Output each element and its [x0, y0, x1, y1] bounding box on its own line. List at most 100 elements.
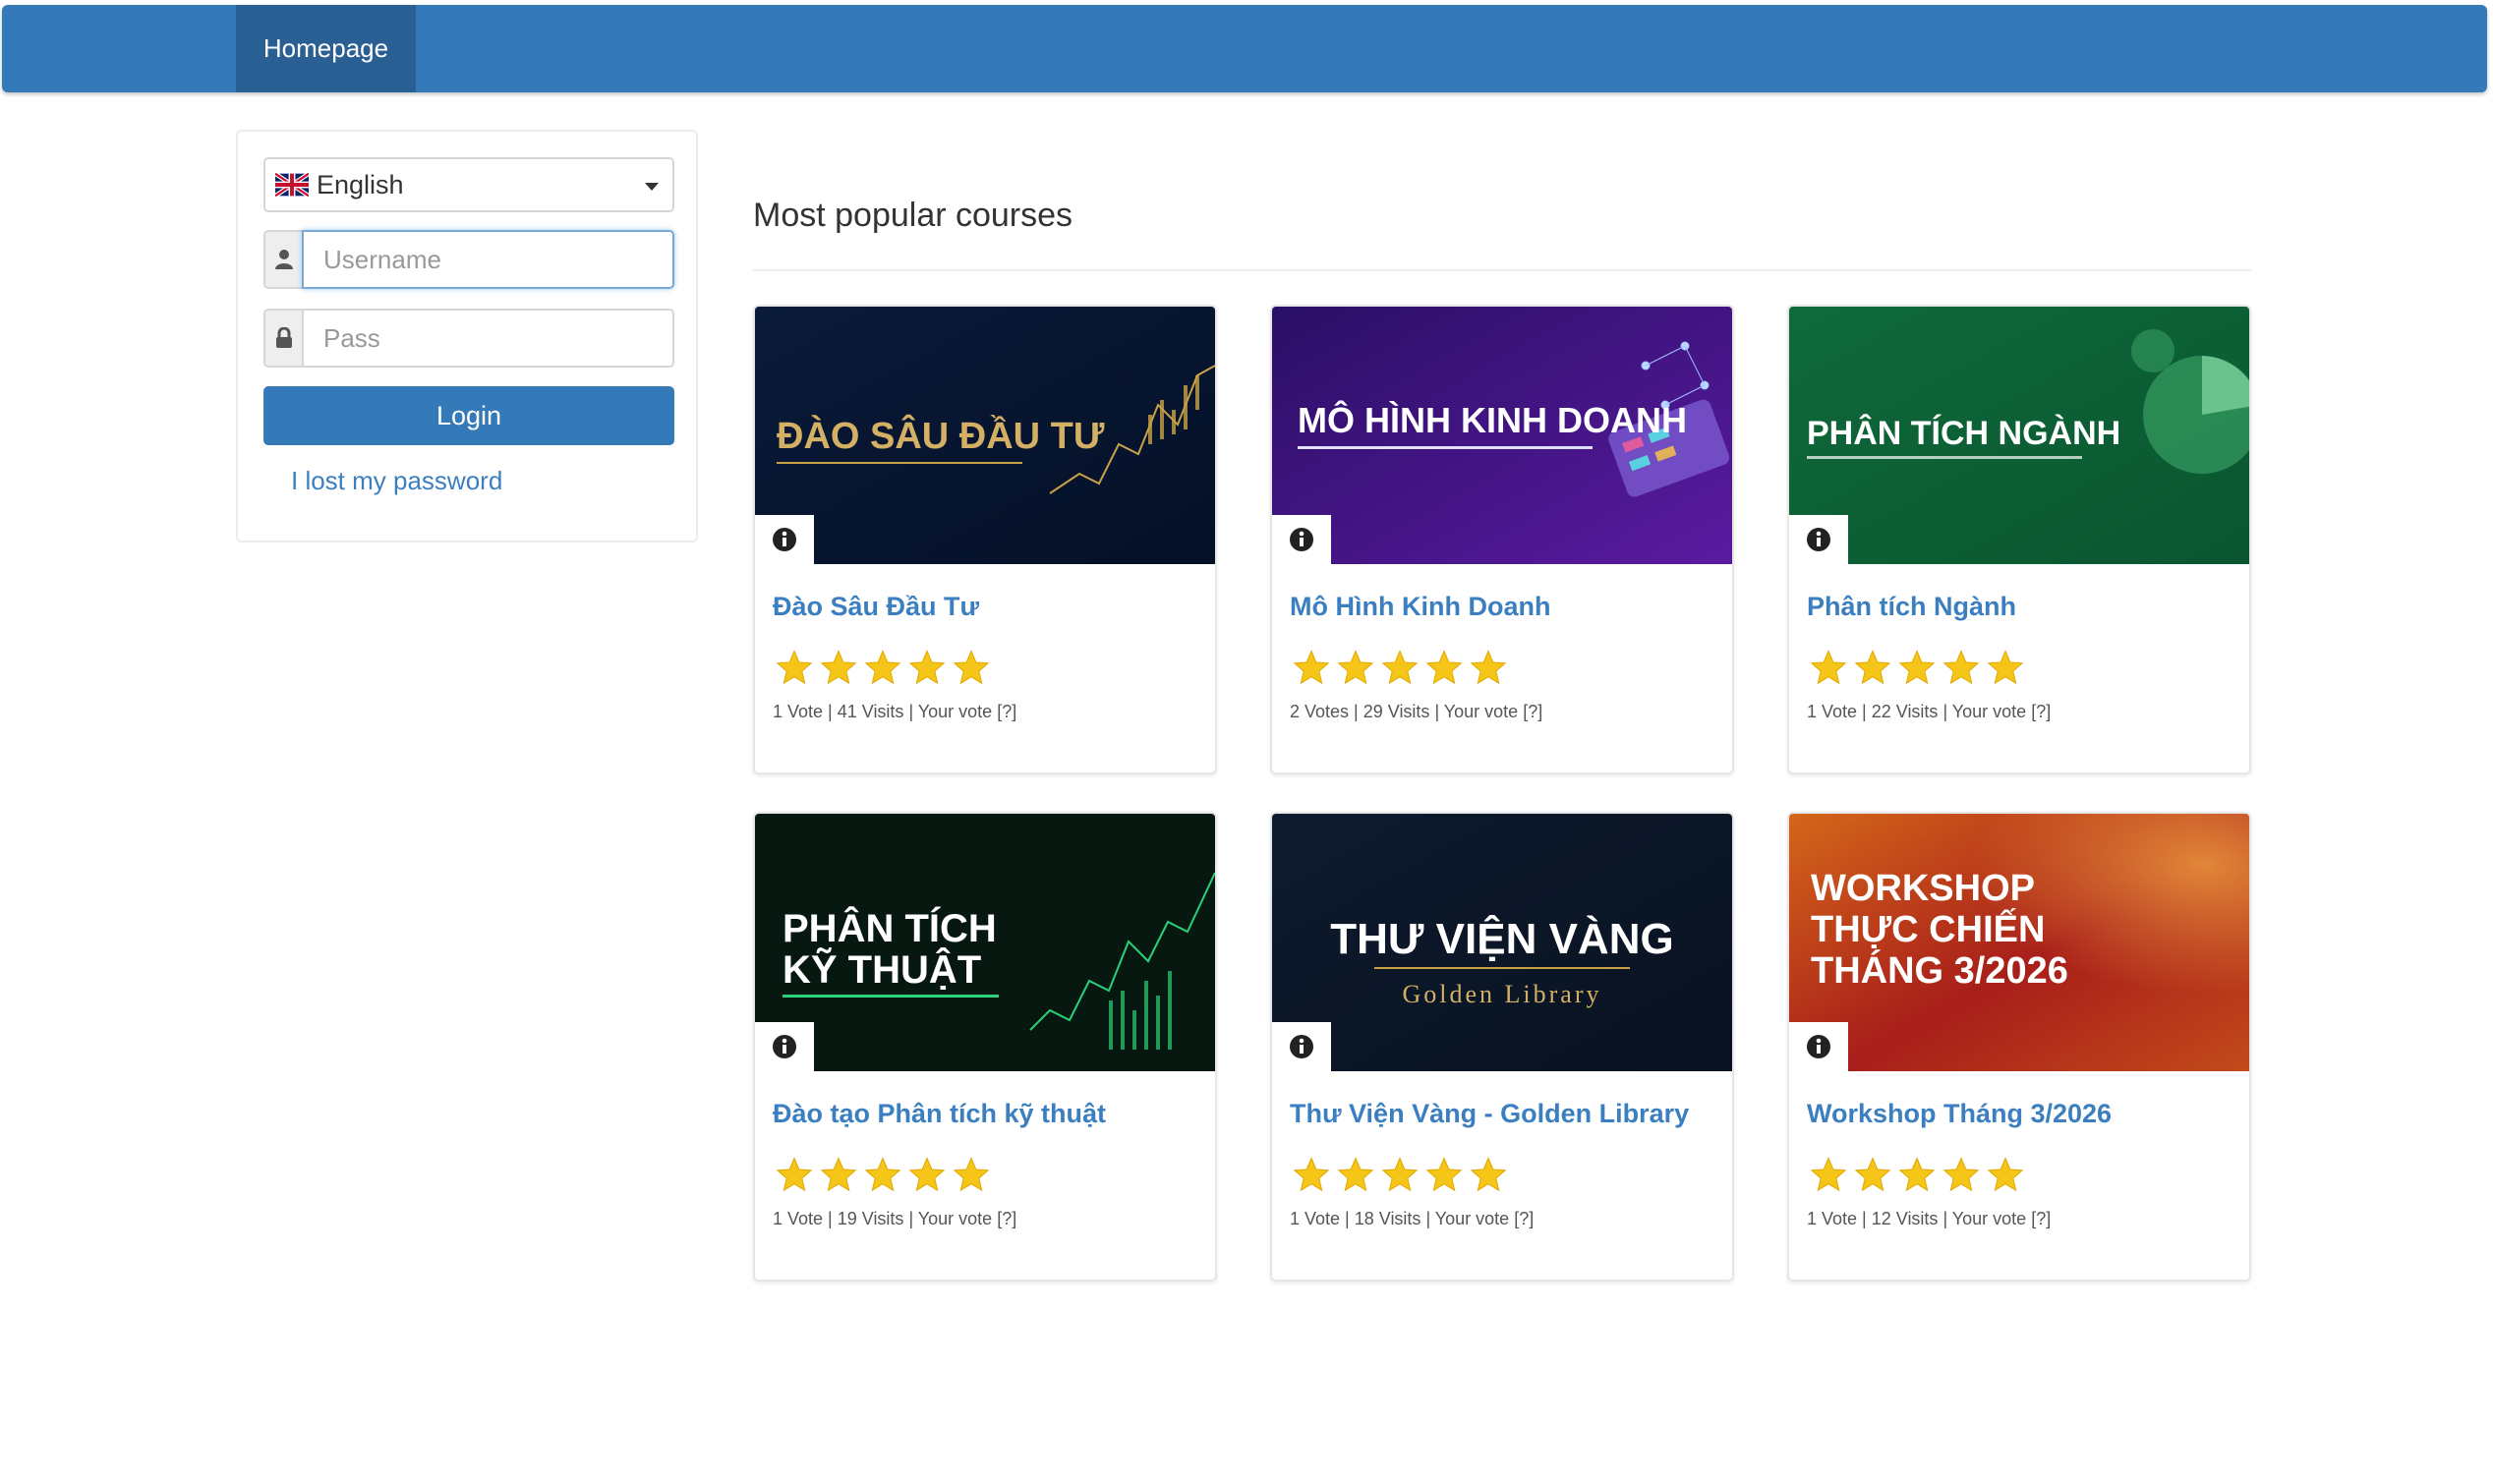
star-icon[interactable] [1424, 649, 1464, 688]
course-thumbnail[interactable]: PHÂN TÍCH NGÀNH [1789, 307, 2249, 564]
rating-stars [1292, 649, 1513, 688]
course-title[interactable]: Thư Viện Vàng - Golden Library [1290, 1099, 1689, 1129]
language-select[interactable]: English [263, 157, 674, 212]
course-card: PHÂN TÍCH NGÀNH Phân tích Ngành 1 Vote |… [1787, 305, 2251, 774]
your-vote-link[interactable]: Your vote [?] [1952, 1209, 2051, 1228]
thumbnail-text: THÁNG 3/2026 [1811, 948, 2068, 992]
course-thumbnail[interactable]: ĐÀO SÂU ĐẦU TƯ [755, 307, 1215, 564]
thumbnail-text: PHÂN TÍCH [783, 905, 997, 950]
your-vote-link[interactable]: Your vote [?] [918, 1209, 1016, 1228]
vote-count: 1 Vote [1807, 702, 1858, 721]
star-icon[interactable] [819, 649, 858, 688]
lock-icon [263, 309, 302, 368]
info-icon[interactable] [1272, 1022, 1331, 1071]
course-card: ĐÀO SÂU ĐẦU TƯ Đào Sâu Đầu Tư 1 Vote | 4… [753, 305, 1217, 774]
star-icon[interactable] [863, 1156, 902, 1195]
lost-password-link[interactable]: I lost my password [291, 466, 502, 496]
course-thumbnail[interactable]: THƯ VIỆN VÀNG Golden Library [1272, 814, 1732, 1071]
star-icon[interactable] [907, 1156, 947, 1195]
info-icon[interactable] [755, 515, 814, 564]
star-icon[interactable] [952, 649, 991, 688]
star-icon[interactable] [819, 1156, 858, 1195]
info-icon[interactable] [1789, 1022, 1848, 1071]
course-stats: 1 Vote | 22 Visits | Your vote [?] [1807, 702, 2052, 721]
vote-count: 1 Vote [1807, 1209, 1858, 1228]
rating-stars [775, 1156, 996, 1195]
your-vote-link[interactable]: Your vote [?] [1435, 1209, 1534, 1228]
star-icon[interactable] [1942, 649, 1981, 688]
star-icon[interactable] [1897, 649, 1937, 688]
thumbnail-text: WORKSHOP [1811, 868, 2035, 909]
star-icon[interactable] [775, 649, 814, 688]
info-icon[interactable] [755, 1022, 814, 1071]
star-icon[interactable] [1336, 649, 1375, 688]
chevron-down-icon [645, 183, 659, 191]
star-icon[interactable] [1424, 1156, 1464, 1195]
star-icon[interactable] [1380, 649, 1420, 688]
course-title[interactable]: Đào Sâu Đầu Tư [773, 592, 979, 622]
visit-count: 29 Visits [1362, 702, 1430, 721]
star-icon[interactable] [775, 1156, 814, 1195]
course-card: WORKSHOP THỰC CHIẾN THÁNG 3/2026 Worksho… [1787, 812, 2251, 1282]
star-icon[interactable] [863, 649, 902, 688]
nav-homepage[interactable]: Homepage [236, 5, 416, 92]
star-icon[interactable] [1809, 649, 1848, 688]
thumbnail-text: THƯ VIỆN VÀNG [1330, 914, 1673, 963]
password-input[interactable] [302, 309, 674, 368]
your-vote-link[interactable]: Your vote [?] [1444, 702, 1542, 721]
star-icon[interactable] [1292, 1156, 1331, 1195]
vote-count: 2 Votes [1290, 702, 1350, 721]
username-group [263, 230, 674, 289]
visit-count: 41 Visits [837, 702, 904, 721]
star-icon[interactable] [1853, 649, 1892, 688]
vote-count: 1 Vote [773, 1209, 824, 1228]
course-stats: 1 Vote | 18 Visits | Your vote [?] [1290, 1209, 1535, 1228]
course-title[interactable]: Workshop Tháng 3/2026 [1807, 1099, 2112, 1129]
info-icon[interactable] [1789, 515, 1848, 564]
rating-stars [1292, 1156, 1513, 1195]
top-navbar: Homepage [2, 5, 2487, 92]
visit-count: 19 Visits [837, 1209, 904, 1228]
star-icon[interactable] [1986, 1156, 2025, 1195]
username-input[interactable] [302, 230, 674, 289]
course-title[interactable]: Phân tích Ngành [1807, 592, 2016, 622]
star-icon[interactable] [1469, 1156, 1508, 1195]
your-vote-link[interactable]: Your vote [?] [1952, 702, 2051, 721]
language-label: English [317, 169, 404, 200]
star-icon[interactable] [907, 649, 947, 688]
star-icon[interactable] [1853, 1156, 1892, 1195]
star-icon[interactable] [952, 1156, 991, 1195]
star-icon[interactable] [1469, 649, 1508, 688]
thumbnail-subtext: Golden Library [1402, 980, 1601, 1008]
vote-count: 1 Vote [773, 702, 824, 721]
star-icon[interactable] [1809, 1156, 1848, 1195]
star-icon[interactable] [1336, 1156, 1375, 1195]
star-icon[interactable] [1942, 1156, 1981, 1195]
rating-stars [1809, 649, 2030, 688]
info-icon[interactable] [1272, 515, 1331, 564]
course-title[interactable]: Mô Hình Kinh Doanh [1290, 592, 1550, 622]
course-thumbnail[interactable]: WORKSHOP THỰC CHIẾN THÁNG 3/2026 [1789, 814, 2249, 1071]
your-vote-link[interactable]: Your vote [?] [918, 702, 1016, 721]
star-icon[interactable] [1897, 1156, 1937, 1195]
course-card: PHÂN TÍCH KỸ THUẬT Đào tạo Phân tích kỹ … [753, 812, 1217, 1282]
star-icon[interactable] [1380, 1156, 1420, 1195]
star-icon[interactable] [1986, 649, 2025, 688]
course-title[interactable]: Đào tạo Phân tích kỹ thuật [773, 1099, 1106, 1129]
thumbnail-text: THỰC CHIẾN [1811, 907, 2045, 950]
section-title: Most popular courses [753, 197, 1073, 234]
star-icon[interactable] [1292, 649, 1331, 688]
thumbnail-text: ĐÀO SÂU ĐẦU TƯ [777, 414, 1105, 457]
section-divider [753, 269, 2251, 271]
rating-stars [1809, 1156, 2030, 1195]
login-button[interactable]: Login [263, 386, 674, 445]
user-icon [263, 230, 302, 289]
login-panel: English Login I lost my password [236, 130, 698, 542]
visit-count: 12 Visits [1871, 1209, 1939, 1228]
vote-count: 1 Vote [1290, 1209, 1341, 1228]
course-card: MÔ HÌNH KINH DOANH Mô Hình Kinh Doanh 2 … [1270, 305, 1734, 774]
course-stats: 1 Vote | 12 Visits | Your vote [?] [1807, 1209, 2052, 1228]
course-thumbnail[interactable]: MÔ HÌNH KINH DOANH [1272, 307, 1732, 564]
thumbnail-text: MÔ HÌNH KINH DOANH [1298, 399, 1687, 440]
course-thumbnail[interactable]: PHÂN TÍCH KỸ THUẬT [755, 814, 1215, 1071]
